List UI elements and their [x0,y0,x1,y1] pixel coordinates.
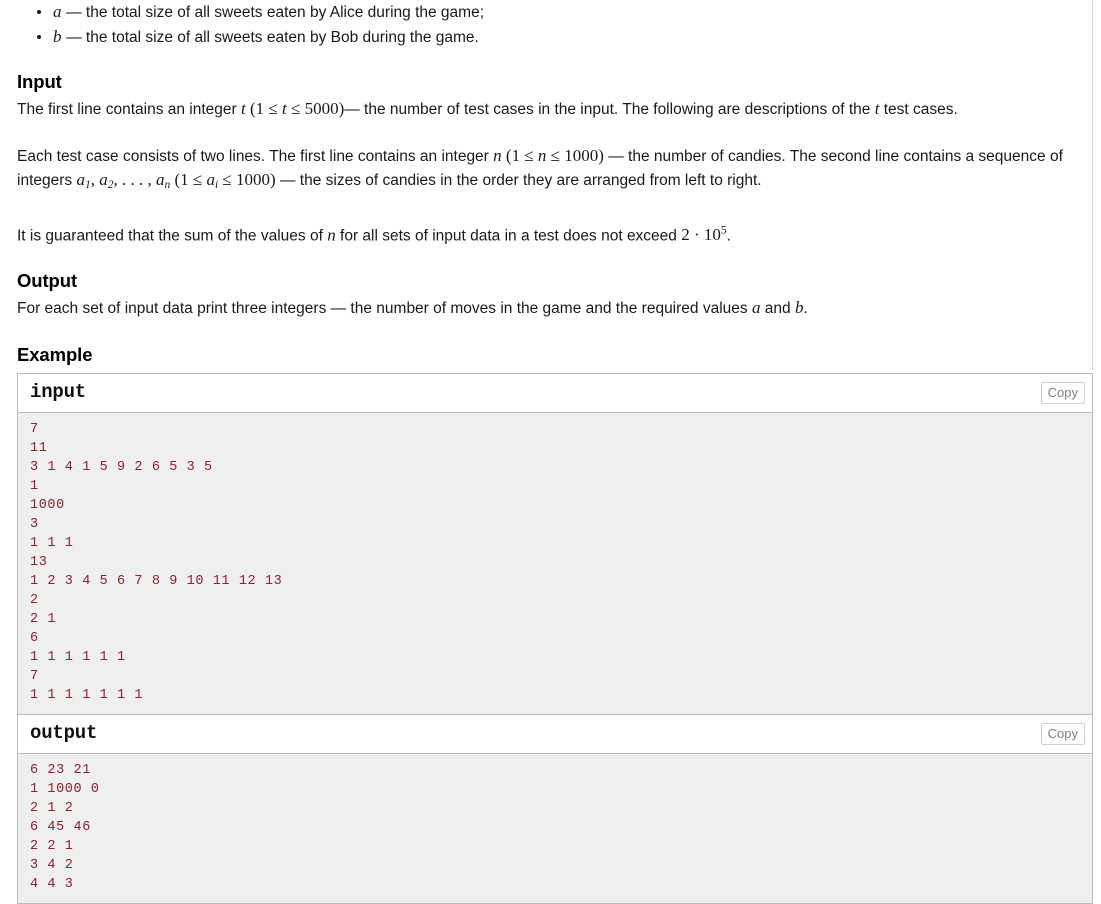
output-data-text: 6 23 21 1 1000 0 2 1 2 6 45 46 2 2 1 3 4… [30,763,100,893]
sample-test-output: output Copy 6 23 21 1 1000 0 2 1 2 6 45 … [18,715,1092,904]
page-right-rule [1092,0,1093,370]
copy-output-button[interactable]: Copy [1040,723,1085,746]
input-paragraph-1: The first line contains an integer t (1 … [17,97,1084,122]
section-heading-example: Example [17,344,93,366]
input-p1-text-before: The first line contains an integer [17,101,237,118]
output-conjunction: and [764,299,791,317]
input-block-header: input Copy [18,374,1092,414]
math-t-range: t (1 ≤ t ≤ 5000) [241,99,345,118]
math-output-a: a [751,297,761,317]
input-p3-period: . [726,227,731,245]
input-p3-text-mid: for all sets of input data in a test doe… [340,227,677,245]
input-data-area: 7 11 3 1 4 1 5 9 2 6 5 3 5 1 1000 3 1 1 … [18,413,1092,716]
input-p2-text-after: — the sizes of candies in the order they… [279,172,762,189]
math-a-sequence: a1, a2, . . . , an (1 ≤ ai ≤ 1000) [76,170,276,192]
math-symbol-a: a [53,2,62,21]
input-p2-text-before: Each test case consists of two lines. Th… [17,147,489,165]
math-n-range: n (1 ≤ n ≤ 1000) [493,145,604,165]
output-block-label: output [30,722,98,745]
input-p1-text-after: — the number of test cases in the input.… [344,101,871,118]
list-item: a — the total size of all sweets eaten b… [37,0,1084,24]
math-t: t [874,99,880,118]
input-block-label: input [30,381,87,404]
bullet-text-b: — the total size of all sweets eaten by … [66,29,479,46]
output-block-header: output Copy [18,715,1092,755]
input-paragraph-3: It is guaranteed that the sum of the val… [17,220,1084,248]
section-heading-output: Output [17,269,78,291]
math-symbol-b: b [53,27,62,46]
bullet-text-a: — the total size of all sweets eaten by … [66,4,484,21]
output-paragraph: For each set of input data print three i… [17,296,1084,321]
math-sum-limit: 2 · 105 [681,224,727,245]
input-paragraph-2: Each test case consists of two lines. Th… [17,144,1084,198]
output-period: . [803,299,808,317]
copy-input-button[interactable]: Copy [1040,382,1085,405]
input-data-text: 7 11 3 1 4 1 5 9 2 6 5 3 5 1 1000 3 1 1 … [30,422,283,704]
sample-test-input: input Copy 7 11 3 1 4 1 5 9 2 6 5 3 5 1 … [18,374,1092,716]
problem-statement: a — the total size of all sweets eaten b… [0,0,1101,904]
input-p3-text-before: It is guaranteed that the sum of the val… [17,227,323,245]
math-n: n [327,225,336,245]
definition-bullet-list: a — the total size of all sweets eaten b… [17,0,1084,49]
output-text-before: For each set of input data print three i… [17,299,748,317]
sample-tests-panel: input Copy 7 11 3 1 4 1 5 9 2 6 5 3 5 1 … [17,373,1093,904]
section-heading-input: Input [17,71,62,92]
input-p1-text-end: test cases. [883,101,958,118]
list-item: b — the total size of all sweets eaten b… [37,25,1084,49]
output-data-area: 6 23 21 1 1000 0 2 1 2 6 45 46 2 2 1 3 4… [18,754,1092,904]
